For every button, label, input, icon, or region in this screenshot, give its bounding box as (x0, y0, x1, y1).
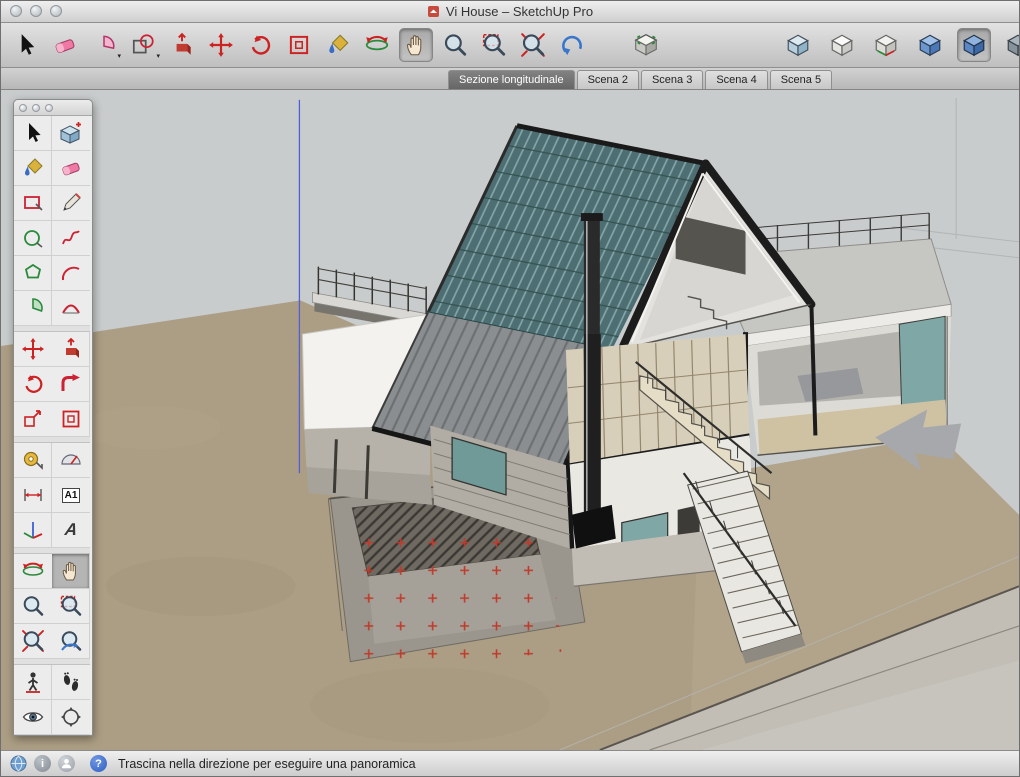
palette-tool-zoom[interactable] (14, 589, 52, 624)
user-icon[interactable] (58, 755, 75, 772)
info-icon[interactable]: i (34, 755, 51, 772)
palette-tool-zoom-extents[interactable] (14, 624, 52, 659)
palette-tool-3d-text[interactable]: A (52, 513, 90, 548)
tab-label: Scena 4 (716, 74, 756, 86)
palette-tool-look-around[interactable] (14, 700, 52, 735)
pan-tool-button[interactable] (399, 28, 433, 62)
palette-tool-make-component[interactable] (52, 116, 90, 151)
standard-views-button[interactable] (869, 28, 903, 62)
tab-scena-3[interactable]: Scena 3 (641, 70, 703, 89)
view-toolbar-group (781, 28, 1019, 62)
paint-bucket-tool-button[interactable] (321, 28, 355, 62)
app-window: Vi House – SketchUp Pro ▾ ▾ Sezione (0, 0, 1020, 777)
zoom-tool-button[interactable] (438, 28, 472, 62)
scene-tabs-bar: Sezione longitudinale Scena 2 Scena 3 Sc… (1, 68, 1019, 90)
zoom-window-tool-button[interactable] (477, 28, 511, 62)
dropdown-caret-icon: ▾ (117, 53, 121, 60)
iso-view-button[interactable] (913, 28, 947, 62)
shaded-view-button[interactable] (781, 28, 815, 62)
tab-scena-4[interactable]: Scena 4 (705, 70, 767, 89)
tab-label: Scena 3 (652, 74, 692, 86)
palette-tool-previous-view[interactable] (52, 624, 90, 659)
orbit-tool-button[interactable] (360, 28, 394, 62)
tool-palette: A1 A (13, 99, 93, 736)
palette-tool-offset[interactable] (52, 402, 90, 437)
title-bar: Vi House – SketchUp Pro (1, 1, 1019, 23)
palette-tool-walk[interactable] (52, 665, 90, 700)
select-tool-button[interactable] (9, 28, 43, 62)
palette-tool-freehand[interactable] (52, 221, 90, 256)
palette-tool-circle[interactable] (14, 221, 52, 256)
more-tools-button[interactable] (1001, 28, 1020, 62)
window-title: Vi House – SketchUp Pro (446, 4, 593, 19)
3d-model-scene[interactable] (1, 90, 1019, 750)
palette-tool-text[interactable]: A1 (52, 478, 90, 513)
status-bar: i ? Trascina nella direzione per eseguir… (1, 750, 1019, 776)
tab-label: Sezione longitudinale (459, 74, 564, 86)
palette-tool-scale[interactable] (14, 402, 52, 437)
palette-tool-rectangle[interactable] (14, 186, 52, 221)
palette-titlebar[interactable] (14, 100, 92, 116)
palette-tool-turn-around[interactable] (52, 700, 90, 735)
rotate-tool-button[interactable] (243, 28, 277, 62)
palette-tool-pan[interactable] (52, 554, 90, 589)
camera-view-button[interactable] (957, 28, 991, 62)
minimize-window-button[interactable] (30, 5, 42, 17)
document-icon (427, 5, 440, 18)
window-controls (10, 5, 62, 17)
palette-tool-push-pull[interactable] (52, 332, 90, 367)
geolocation-icon[interactable] (10, 755, 27, 772)
palette-tool-rotate[interactable] (14, 367, 52, 402)
info-glyph: i (41, 758, 44, 770)
arcs-tool-button[interactable]: ▾ (87, 28, 121, 62)
palette-zoom-button[interactable] (45, 104, 53, 112)
text-tool-glyph: A1 (62, 488, 81, 503)
palette-tool-select[interactable] (14, 116, 52, 151)
palette-tool-move[interactable] (14, 332, 52, 367)
window-title-wrap: Vi House – SketchUp Pro (427, 4, 593, 19)
palette-grid: A1 A (14, 116, 92, 735)
palette-tool-arc[interactable] (52, 256, 90, 291)
palette-tool-pie[interactable] (14, 291, 52, 326)
zoom-extents-tool-button[interactable] (516, 28, 550, 62)
palette-minimize-button[interactable] (32, 104, 40, 112)
palette-tool-axes[interactable] (14, 513, 52, 548)
palette-tool-orbit[interactable] (14, 554, 52, 589)
shapes-tool-button[interactable]: ▾ (126, 28, 160, 62)
model-viewport[interactable]: A1 A (1, 90, 1019, 750)
push-pull-tool-button[interactable] (165, 28, 199, 62)
offset-tool-button[interactable] (282, 28, 316, 62)
help-glyph: ? (95, 758, 102, 770)
palette-close-button[interactable] (19, 104, 27, 112)
palette-tool-paint-bucket[interactable] (14, 151, 52, 186)
close-window-button[interactable] (10, 5, 22, 17)
dropdown-caret-icon: ▾ (156, 53, 160, 60)
move-tool-button[interactable] (204, 28, 238, 62)
tab-scena-2[interactable]: Scena 2 (577, 70, 639, 89)
palette-tool-eraser[interactable] (52, 151, 90, 186)
tab-label: Scena 5 (781, 74, 821, 86)
main-toolbar: ▾ ▾ (1, 23, 1019, 68)
wireframe-view-button[interactable] (825, 28, 859, 62)
palette-tool-zoom-window[interactable] (52, 589, 90, 624)
status-hint-text: Trascina nella direzione per eseguire un… (118, 757, 416, 771)
palette-tool-line[interactable] (52, 186, 90, 221)
palette-tool-follow-me[interactable] (52, 367, 90, 402)
eraser-tool-button[interactable] (48, 28, 82, 62)
palette-tool-tape-measure[interactable] (14, 443, 52, 478)
section-plane-button[interactable] (629, 28, 663, 62)
palette-tool-protractor[interactable] (52, 443, 90, 478)
palette-tool-dimension[interactable] (14, 478, 52, 513)
palette-tool-2-point-arc[interactable] (52, 291, 90, 326)
3d-text-tool-glyph: A (63, 520, 78, 540)
tab-scena-5[interactable]: Scena 5 (770, 70, 832, 89)
previous-view-button[interactable] (555, 28, 589, 62)
help-icon[interactable]: ? (90, 755, 107, 772)
tab-label: Scena 2 (588, 74, 628, 86)
palette-tool-position-camera[interactable] (14, 665, 52, 700)
zoom-window-button[interactable] (50, 5, 62, 17)
palette-tool-polygon[interactable] (14, 256, 52, 291)
tab-sezione-longitudinale[interactable]: Sezione longitudinale (448, 70, 575, 89)
